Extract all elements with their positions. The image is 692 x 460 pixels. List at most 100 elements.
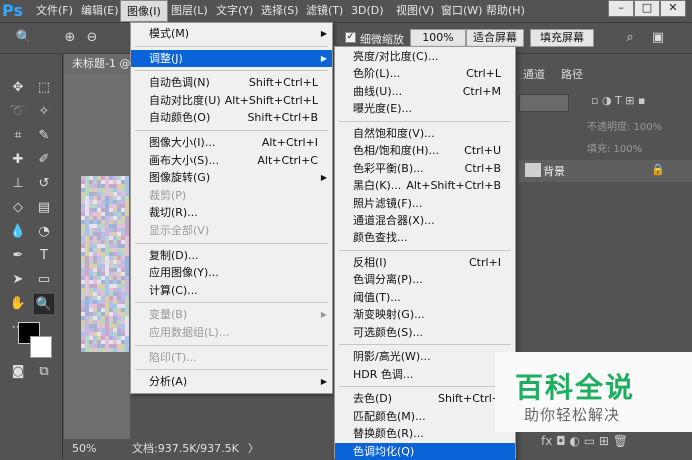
imageMenu-item[interactable]: 模式(M) ▶ — [131, 25, 332, 42]
adjustMenu-item[interactable]: 反相(I) Ctrl+I — [335, 254, 515, 271]
imageMenu-item[interactable]: 应用图像(Y)... — [131, 264, 332, 281]
adjustMenu-item[interactable]: 渐变映射(G)... — [335, 306, 515, 323]
adjustMenu-item[interactable]: 色相/饱和度(H)... Ctrl+U — [335, 142, 515, 159]
adjustMenu-item[interactable]: 色调分离(P)... — [335, 271, 515, 288]
adjustMenu-item[interactable]: 匹配颜色(M)... — [335, 408, 515, 425]
menu-item-7[interactable]: 3D(D) — [345, 0, 390, 22]
fill-screen-button[interactable]: 填充屏幕 — [530, 29, 594, 47]
layer-kind-filter[interactable] — [519, 94, 569, 112]
adjustMenu-item[interactable]: 可选颜色(S)... — [335, 324, 515, 341]
zoom-in-icon[interactable]: ⊕ — [60, 28, 80, 48]
menu-item-6[interactable]: 滤镜(T) — [300, 0, 349, 22]
maximize-button[interactable]: □ — [634, 0, 660, 17]
imageMenu-item[interactable]: 复制(D)... — [131, 247, 332, 264]
move-tool-icon[interactable]: ✥ — [8, 78, 28, 98]
document-canvas[interactable] — [81, 176, 129, 352]
imageMenu-item[interactable]: 变量(B) ▶ — [131, 306, 332, 323]
path-select-icon[interactable]: ➤ — [8, 270, 28, 290]
marquee-tool-icon[interactable]: ⬚ — [34, 78, 54, 98]
adjustMenu-item[interactable]: 阈值(T)... — [335, 289, 515, 306]
adjustMenu-item[interactable]: 照片滤镜(F)... — [335, 195, 515, 212]
zoom-tool-icon[interactable]: 🔍 — [34, 294, 54, 314]
eyedropper-icon[interactable]: ✎ — [34, 126, 54, 146]
adjustMenu-item[interactable]: 色调均化(Q) — [335, 442, 515, 460]
minimize-button[interactable]: – — [608, 0, 634, 17]
dodge-tool-icon[interactable]: ◔ — [34, 222, 54, 242]
adjustMenu-item[interactable]: 颜色查找... — [335, 229, 515, 246]
menu-item-3[interactable]: 图层(L) — [165, 0, 214, 22]
imageMenu-item[interactable]: 图像旋转(G) ▶ — [131, 169, 332, 186]
adjustMenu-item[interactable]: 亮度/对比度(C)... — [335, 48, 515, 65]
tab-paths[interactable]: 路径 — [555, 64, 589, 86]
menu-item-0[interactable]: 文件(F) — [30, 0, 79, 22]
imageMenu-item[interactable]: 调整(J) ▶ — [131, 49, 332, 67]
adjustMenu-item[interactable]: 阴影/高光(W)... — [335, 348, 515, 365]
adjustMenu-item[interactable]: 通道混合器(X)... — [335, 212, 515, 229]
pen-tool-icon[interactable]: ✒ — [8, 246, 28, 266]
zoom-tool-preset-icon[interactable]: 🔍 — [14, 28, 34, 48]
search-icon[interactable]: ⌕ — [620, 28, 640, 48]
imageMenu-item[interactable]: 画布大小(S)... Alt+Ctrl+C — [131, 152, 332, 169]
hand-tool-icon[interactable]: ✋ — [8, 294, 28, 314]
menu-item-5[interactable]: 选择(S) — [255, 0, 305, 22]
adjustMenu-item[interactable]: HDR 色调... — [335, 366, 515, 383]
zoom-out-icon[interactable]: ⊖ — [82, 28, 102, 48]
lasso-tool-icon[interactable]: ➰ — [8, 102, 28, 122]
menu-item-label: 颜色查找... — [353, 231, 408, 245]
menu-item-label: 变量(B) — [149, 308, 188, 322]
imageMenu-item[interactable]: 计算(C)... — [131, 282, 332, 299]
opacity-label[interactable]: 不透明度: 100% — [587, 118, 662, 133]
imageMenu-item[interactable]: 陷印(T)... — [131, 349, 332, 366]
status-zoom[interactable]: 50% — [72, 439, 96, 459]
menu-item-10[interactable]: 帮助(H) — [480, 0, 531, 22]
background-color-swatch[interactable] — [30, 336, 52, 358]
fill-label[interactable]: 填充: 100% — [587, 140, 642, 155]
screen-mode-icon[interactable]: ⧉ — [34, 362, 54, 382]
adjustMenu-item[interactable]: 曲线(U)... Ctrl+M — [335, 83, 515, 100]
layer-actions-icons[interactable]: fx ◘ ◐ ▭ ⊞ 🗑 — [541, 434, 628, 448]
crop-tool-icon[interactable]: ⌗ — [8, 126, 28, 146]
status-arrow-icon[interactable]: 〉 — [248, 439, 259, 459]
history-brush-icon[interactable]: ↺ — [34, 174, 54, 194]
adjustMenu-item[interactable]: 色彩平衡(B)... Ctrl+B — [335, 160, 515, 177]
eraser-tool-icon[interactable]: ◇ — [8, 198, 28, 218]
quick-mask-icon[interactable]: ◙ — [8, 362, 28, 382]
magic-wand-icon[interactable]: ✧ — [34, 102, 54, 122]
imageMenu-item[interactable]: 分析(A) ▶ — [131, 373, 332, 390]
gradient-tool-icon[interactable]: ▤ — [34, 198, 54, 218]
layer-row[interactable]: 背景 🔒 — [519, 160, 692, 182]
filter-icons[interactable]: ▫ ◑ T ⊞ ▪ — [591, 94, 645, 107]
imageMenu-item[interactable]: 应用数据组(L)... — [131, 324, 332, 341]
imageMenu-item[interactable]: 裁切(R)... — [131, 204, 332, 221]
adjustMenu-item[interactable]: 自然饱和度(V)... — [335, 125, 515, 142]
document-tab[interactable]: 未标题-1 @ — [64, 54, 139, 74]
imageMenu-item[interactable]: 图像大小(I)... Alt+Ctrl+I — [131, 134, 332, 151]
imageMenu-item[interactable]: 裁剪(P) — [131, 187, 332, 204]
fine-zoom-checkbox[interactable]: ✓ — [345, 32, 356, 43]
imageMenu-item[interactable]: 自动色调(N) Shift+Ctrl+L — [131, 74, 332, 91]
imageMenu-item[interactable]: 自动颜色(O) Shift+Ctrl+B — [131, 109, 332, 126]
imageMenu-item[interactable]: 显示全部(V) — [131, 222, 332, 239]
adjustMenu-item[interactable]: 色阶(L)... Ctrl+L — [335, 65, 515, 82]
menu-item-2[interactable]: 图像(I) — [120, 0, 168, 22]
menu-item-1[interactable]: 编辑(E) — [75, 0, 125, 22]
type-tool-icon[interactable]: T — [34, 246, 54, 266]
adjustMenu-item[interactable]: 曝光度(E)... — [335, 100, 515, 117]
adjustMenu-item[interactable]: 黑白(K)... Alt+Shift+Ctrl+B — [335, 177, 515, 194]
stamp-tool-icon[interactable]: ⊥ — [8, 174, 28, 194]
workspace-icon[interactable]: ▣ — [648, 28, 668, 48]
brush-tool-icon[interactable]: ✐ — [34, 150, 54, 170]
imageMenu-item[interactable]: 自动对比度(U) Alt+Shift+Ctrl+L — [131, 92, 332, 109]
menu-item-8[interactable]: 视图(V) — [390, 0, 440, 22]
adjustMenu-item[interactable]: 去色(D) Shift+Ctrl+ — [335, 390, 515, 407]
menu-item-4[interactable]: 文字(Y) — [210, 0, 259, 22]
healing-brush-icon[interactable]: ✚ — [8, 150, 28, 170]
menu-separator — [339, 120, 511, 122]
adjustMenu-item[interactable]: 替换颜色(R)... — [335, 425, 515, 442]
shape-tool-icon[interactable]: ▭ — [34, 270, 54, 290]
close-button[interactable]: ✕ — [660, 0, 686, 17]
zoom-100-button[interactable]: 100% — [410, 29, 466, 47]
fit-screen-button[interactable]: 适合屏幕 — [466, 29, 524, 47]
tab-channels[interactable]: 通道 — [517, 64, 551, 86]
blur-tool-icon[interactable]: 💧 — [8, 222, 28, 242]
